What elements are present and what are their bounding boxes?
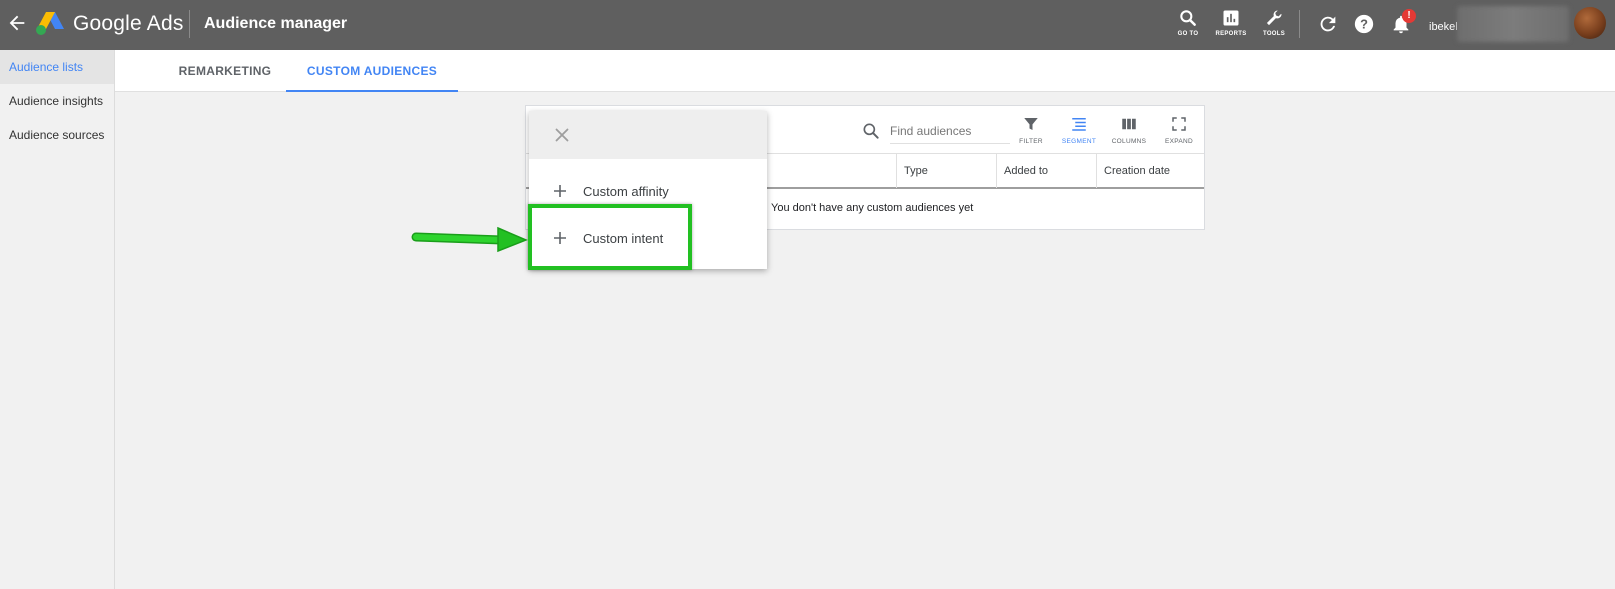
columns-icon bbox=[1122, 118, 1136, 130]
sidebar-item-audience-insights[interactable]: Audience insights bbox=[0, 84, 114, 118]
sidebar-item-audience-lists[interactable]: Audience lists bbox=[0, 50, 114, 84]
header-divider bbox=[189, 10, 190, 38]
goto-label: GO TO bbox=[1177, 31, 1199, 37]
segment-label: SEGMENT bbox=[1061, 138, 1097, 145]
menu-item-custom-intent[interactable]: Custom intent bbox=[529, 216, 767, 260]
expand-label: EXPAND bbox=[1164, 138, 1194, 145]
wrench-icon bbox=[1266, 10, 1282, 26]
sidebar-item-audience-sources[interactable]: Audience sources bbox=[0, 118, 114, 152]
annotation-arrow-icon bbox=[411, 226, 528, 253]
reports-button[interactable]: REPORTS bbox=[1211, 8, 1251, 42]
search-icon bbox=[863, 123, 879, 139]
username[interactable]: ibekel bbox=[1429, 21, 1458, 33]
plus-icon bbox=[554, 185, 566, 197]
segment-icon bbox=[1072, 118, 1086, 131]
search-icon bbox=[1180, 10, 1196, 26]
menu-item-custom-affinity[interactable]: Custom affinity bbox=[529, 169, 767, 213]
reports-icon bbox=[1223, 10, 1239, 26]
tab-custom-audiences[interactable]: CUSTOM AUDIENCES bbox=[286, 50, 458, 92]
column-header-creation-date[interactable]: Creation date bbox=[1096, 154, 1204, 188]
notification-badge: ! bbox=[1402, 9, 1416, 23]
expand-button[interactable]: EXPAND bbox=[1156, 115, 1202, 145]
goto-button[interactable]: GO TO bbox=[1168, 8, 1208, 42]
segment-button[interactable]: SEGMENT bbox=[1056, 115, 1102, 145]
redacted-account-info bbox=[1457, 6, 1569, 42]
tools-label: TOOLS bbox=[1262, 31, 1286, 37]
close-icon[interactable] bbox=[551, 124, 573, 146]
avatar[interactable] bbox=[1574, 7, 1606, 39]
tabs-bar: REMARKETING CUSTOM AUDIENCES bbox=[115, 50, 1615, 92]
tools-button[interactable]: TOOLS bbox=[1254, 8, 1294, 42]
plus-icon bbox=[554, 232, 566, 244]
tab-remarketing[interactable]: REMARKETING bbox=[162, 50, 288, 92]
reports-label: REPORTS bbox=[1215, 31, 1247, 37]
column-header-type[interactable]: Type bbox=[896, 154, 996, 188]
google-ads-logo-icon bbox=[36, 12, 64, 35]
brand-name: Google Ads bbox=[73, 12, 184, 35]
menu-item-label: Custom affinity bbox=[583, 184, 669, 199]
svg-text:?: ? bbox=[1360, 17, 1368, 32]
empty-state-message: You don't have any custom audiences yet bbox=[771, 202, 974, 214]
menu-header bbox=[529, 111, 767, 159]
column-header-added-to[interactable]: Added to bbox=[996, 154, 1096, 188]
help-icon[interactable]: ? bbox=[1353, 13, 1375, 35]
back-arrow-icon[interactable] bbox=[6, 12, 28, 34]
page-title: Audience manager bbox=[204, 15, 348, 32]
find-audiences-input[interactable] bbox=[890, 118, 1010, 144]
columns-label: COLUMNS bbox=[1111, 138, 1147, 145]
top-bar: Google Ads Audience manager GO TO REPORT… bbox=[0, 0, 1615, 50]
toolbar-divider bbox=[1299, 10, 1300, 38]
new-audience-menu: Custom affinity Custom intent bbox=[529, 111, 767, 269]
filter-funnel-icon bbox=[1024, 118, 1038, 130]
expand-fullscreen-icon bbox=[1172, 117, 1186, 131]
filter-label: FILTER bbox=[1019, 138, 1043, 145]
columns-button[interactable]: COLUMNS bbox=[1106, 115, 1152, 145]
refresh-icon[interactable] bbox=[1317, 13, 1339, 35]
filter-button[interactable]: FILTER bbox=[1008, 115, 1054, 145]
sidebar: Audience lists Audience insights Audienc… bbox=[0, 50, 115, 589]
menu-item-label: Custom intent bbox=[583, 231, 664, 246]
